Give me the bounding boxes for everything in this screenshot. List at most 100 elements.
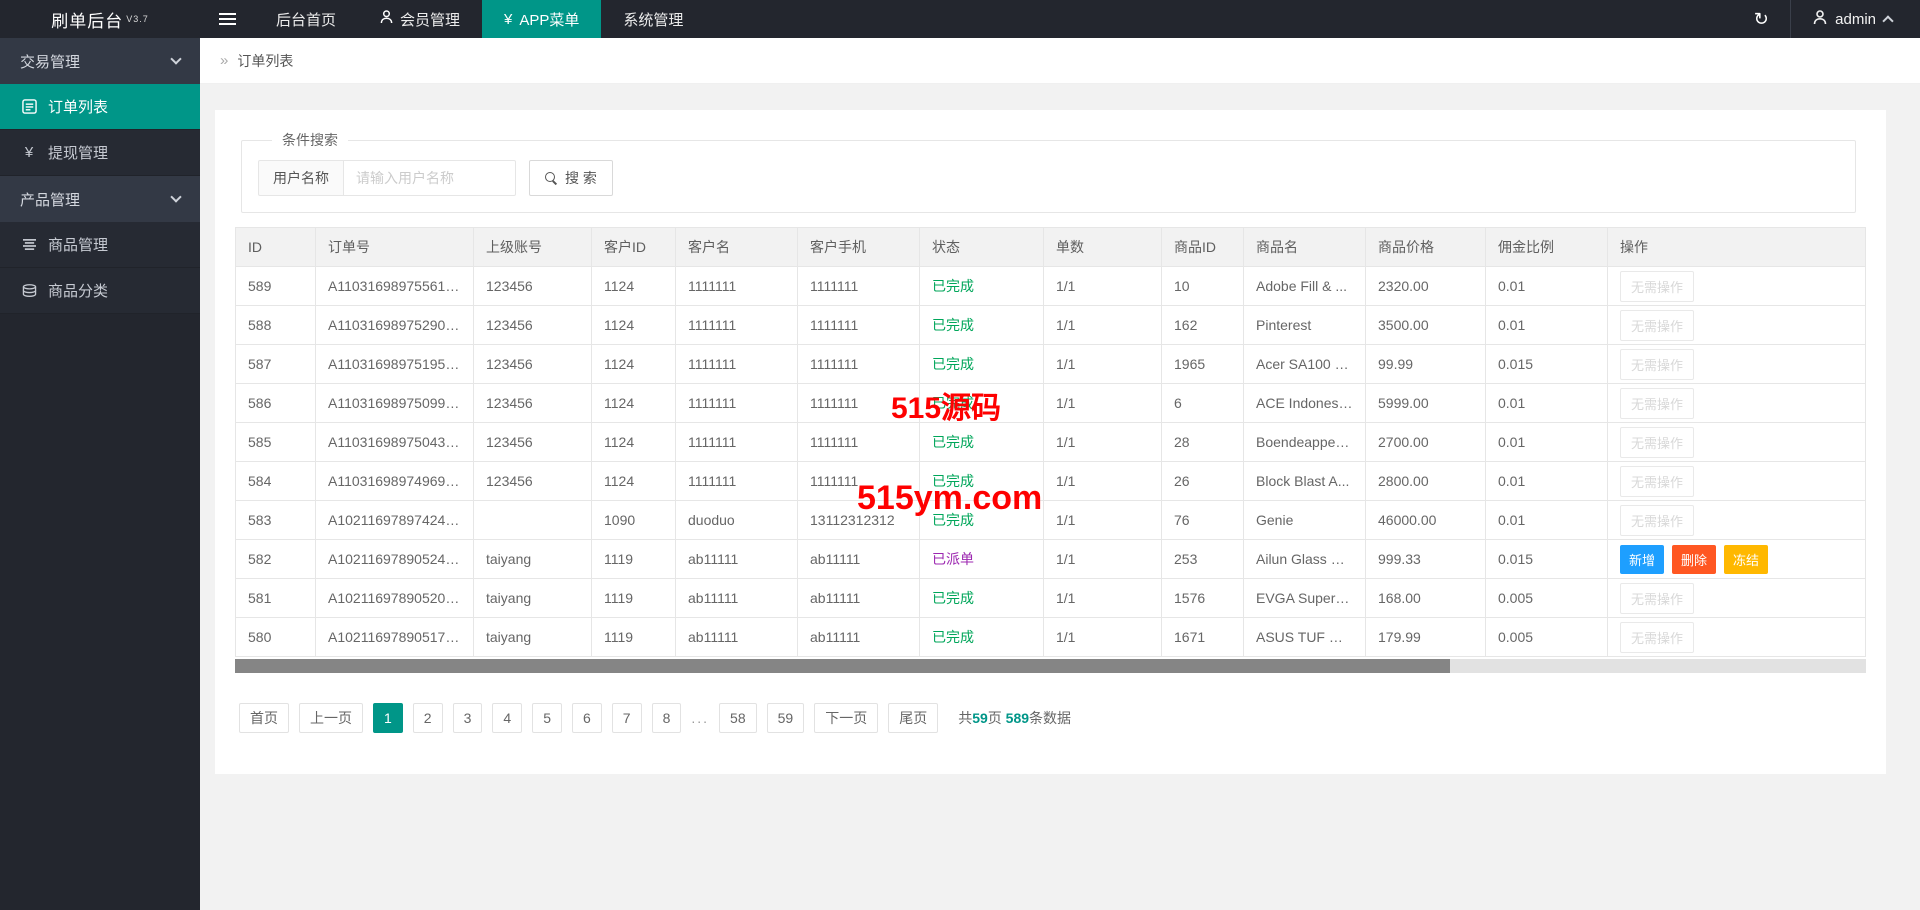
horizontal-scrollbar[interactable]: [235, 659, 1866, 673]
action-button-新增[interactable]: 新增: [1620, 545, 1664, 574]
cell: 1111111: [798, 306, 920, 345]
last-page-button[interactable]: 尾页: [888, 703, 938, 733]
status-badge: 已完成: [932, 590, 974, 606]
nav-item-3[interactable]: ¥APP菜单: [482, 0, 601, 38]
nav-item-label: 后台首页: [276, 9, 336, 30]
first-page-button[interactable]: 首页: [239, 703, 289, 733]
cell-status: 已完成: [920, 345, 1044, 384]
username-field-label: 用户名称: [258, 160, 344, 196]
action-button-删除[interactable]: 删除: [1672, 545, 1716, 574]
cell: taiyang: [474, 579, 592, 618]
no-action-button: 无需操作: [1620, 505, 1694, 536]
action-button-冻结[interactable]: 冻结: [1724, 545, 1768, 574]
search-icon: [545, 172, 558, 185]
page-button-4[interactable]: 4: [492, 703, 522, 733]
no-action-button: 无需操作: [1620, 622, 1694, 653]
cell-status: 已完成: [920, 384, 1044, 423]
sidebar-item-label: 订单列表: [48, 96, 108, 117]
sidebar-item[interactable]: 商品管理: [0, 222, 200, 268]
cell: 253: [1162, 540, 1244, 579]
cell: 1/1: [1044, 540, 1162, 579]
cell: Ailun Glass Sc...: [1244, 540, 1366, 579]
topbar-right: ↻ admin: [1732, 0, 1920, 38]
column-header: 订单号: [316, 228, 474, 267]
cell: EVGA SuperN...: [1244, 579, 1366, 618]
cell: 585: [236, 423, 316, 462]
cell-actions: 无需操作: [1608, 345, 1866, 384]
cell-status: 已派单: [920, 540, 1044, 579]
page-button-3[interactable]: 3: [453, 703, 483, 733]
page-button-7[interactable]: 7: [612, 703, 642, 733]
sidebar-item[interactable]: ¥提现管理: [0, 130, 200, 176]
table-row: 581A10211697890520343taiyang1119ab11111a…: [236, 579, 1866, 618]
cell: ab11111: [676, 579, 798, 618]
cell: 123456: [474, 306, 592, 345]
refresh-icon[interactable]: ↻: [1732, 0, 1790, 38]
nav-item-label: 系统管理: [623, 9, 683, 30]
cell-actions: 无需操作: [1608, 618, 1866, 657]
nav-item-2[interactable]: 会员管理: [358, 0, 482, 38]
sidebar-item[interactable]: 商品分类: [0, 268, 200, 314]
page-button-1[interactable]: 1: [373, 703, 403, 733]
username-input[interactable]: [344, 160, 516, 196]
column-header: ID: [236, 228, 316, 267]
cell: ab11111: [676, 618, 798, 657]
cell: 2320.00: [1366, 267, 1486, 306]
menu-toggle-icon[interactable]: [200, 0, 254, 38]
chevron-down-icon: [170, 191, 181, 202]
cell: Block Blast A...: [1244, 462, 1366, 501]
cell: 1119: [592, 618, 676, 657]
cell: 584: [236, 462, 316, 501]
cell: 1671: [1162, 618, 1244, 657]
cell: 0.01: [1486, 501, 1608, 540]
cell: 582: [236, 540, 316, 579]
cell: 1124: [592, 462, 676, 501]
cell: 580: [236, 618, 316, 657]
page-button-58[interactable]: 58: [719, 703, 757, 733]
cell: A11031698975561216: [316, 267, 474, 306]
no-action-button: 无需操作: [1620, 466, 1694, 497]
cell: Pinterest: [1244, 306, 1366, 345]
cell: ab11111: [798, 579, 920, 618]
cell: 1111111: [798, 267, 920, 306]
table-row: 589A110316989755612161234561124111111111…: [236, 267, 1866, 306]
no-action-button: 无需操作: [1620, 388, 1694, 419]
page-button-5[interactable]: 5: [532, 703, 562, 733]
next-page-button[interactable]: 下一页: [814, 703, 878, 733]
info-mid: 页: [988, 710, 1006, 726]
cell: Adobe Fill & ...: [1244, 267, 1366, 306]
total-records: 589: [1006, 710, 1029, 726]
cell: 0.015: [1486, 540, 1608, 579]
user-menu[interactable]: admin: [1791, 0, 1920, 38]
top-nav-items: 后台首页 会员管理¥APP菜单 系统管理: [254, 0, 705, 38]
sidebar-group-2[interactable]: 产品管理: [0, 176, 200, 222]
cell: 1124: [592, 306, 676, 345]
cell: A11031698975290915: [316, 306, 474, 345]
sidebar-item[interactable]: 订单列表: [0, 84, 200, 130]
nav-item-1[interactable]: 后台首页: [254, 0, 358, 38]
column-header: 客户ID: [592, 228, 676, 267]
table-header-row: ID订单号上级账号客户ID客户名客户手机状态单数商品ID商品名商品价格佣金比例操…: [236, 228, 1866, 267]
search-button[interactable]: 搜 索: [529, 160, 613, 196]
prev-page-button[interactable]: 上一页: [299, 703, 363, 733]
cell: 6: [1162, 384, 1244, 423]
cell-actions: 无需操作: [1608, 384, 1866, 423]
cell: A10211697890517399: [316, 618, 474, 657]
page-button-6[interactable]: 6: [572, 703, 602, 733]
cell: 123456: [474, 423, 592, 462]
cell: 2800.00: [1366, 462, 1486, 501]
cell: 2700.00: [1366, 423, 1486, 462]
nav-item-label: APP菜单: [519, 9, 579, 30]
cell: 1/1: [1044, 423, 1162, 462]
search-panel-legend: 条件搜索: [272, 130, 348, 150]
page-button-59[interactable]: 59: [767, 703, 805, 733]
nav-item-4[interactable]: 系统管理: [601, 0, 705, 38]
page-button-8[interactable]: 8: [652, 703, 682, 733]
no-action-button: 无需操作: [1620, 310, 1694, 341]
cell: Boendeappen...: [1244, 423, 1366, 462]
scrollbar-thumb[interactable]: [235, 659, 1450, 673]
cell: 0.01: [1486, 384, 1608, 423]
page-button-2[interactable]: 2: [413, 703, 443, 733]
cell: 13112312312: [798, 501, 920, 540]
sidebar-group-1[interactable]: 交易管理: [0, 38, 200, 84]
